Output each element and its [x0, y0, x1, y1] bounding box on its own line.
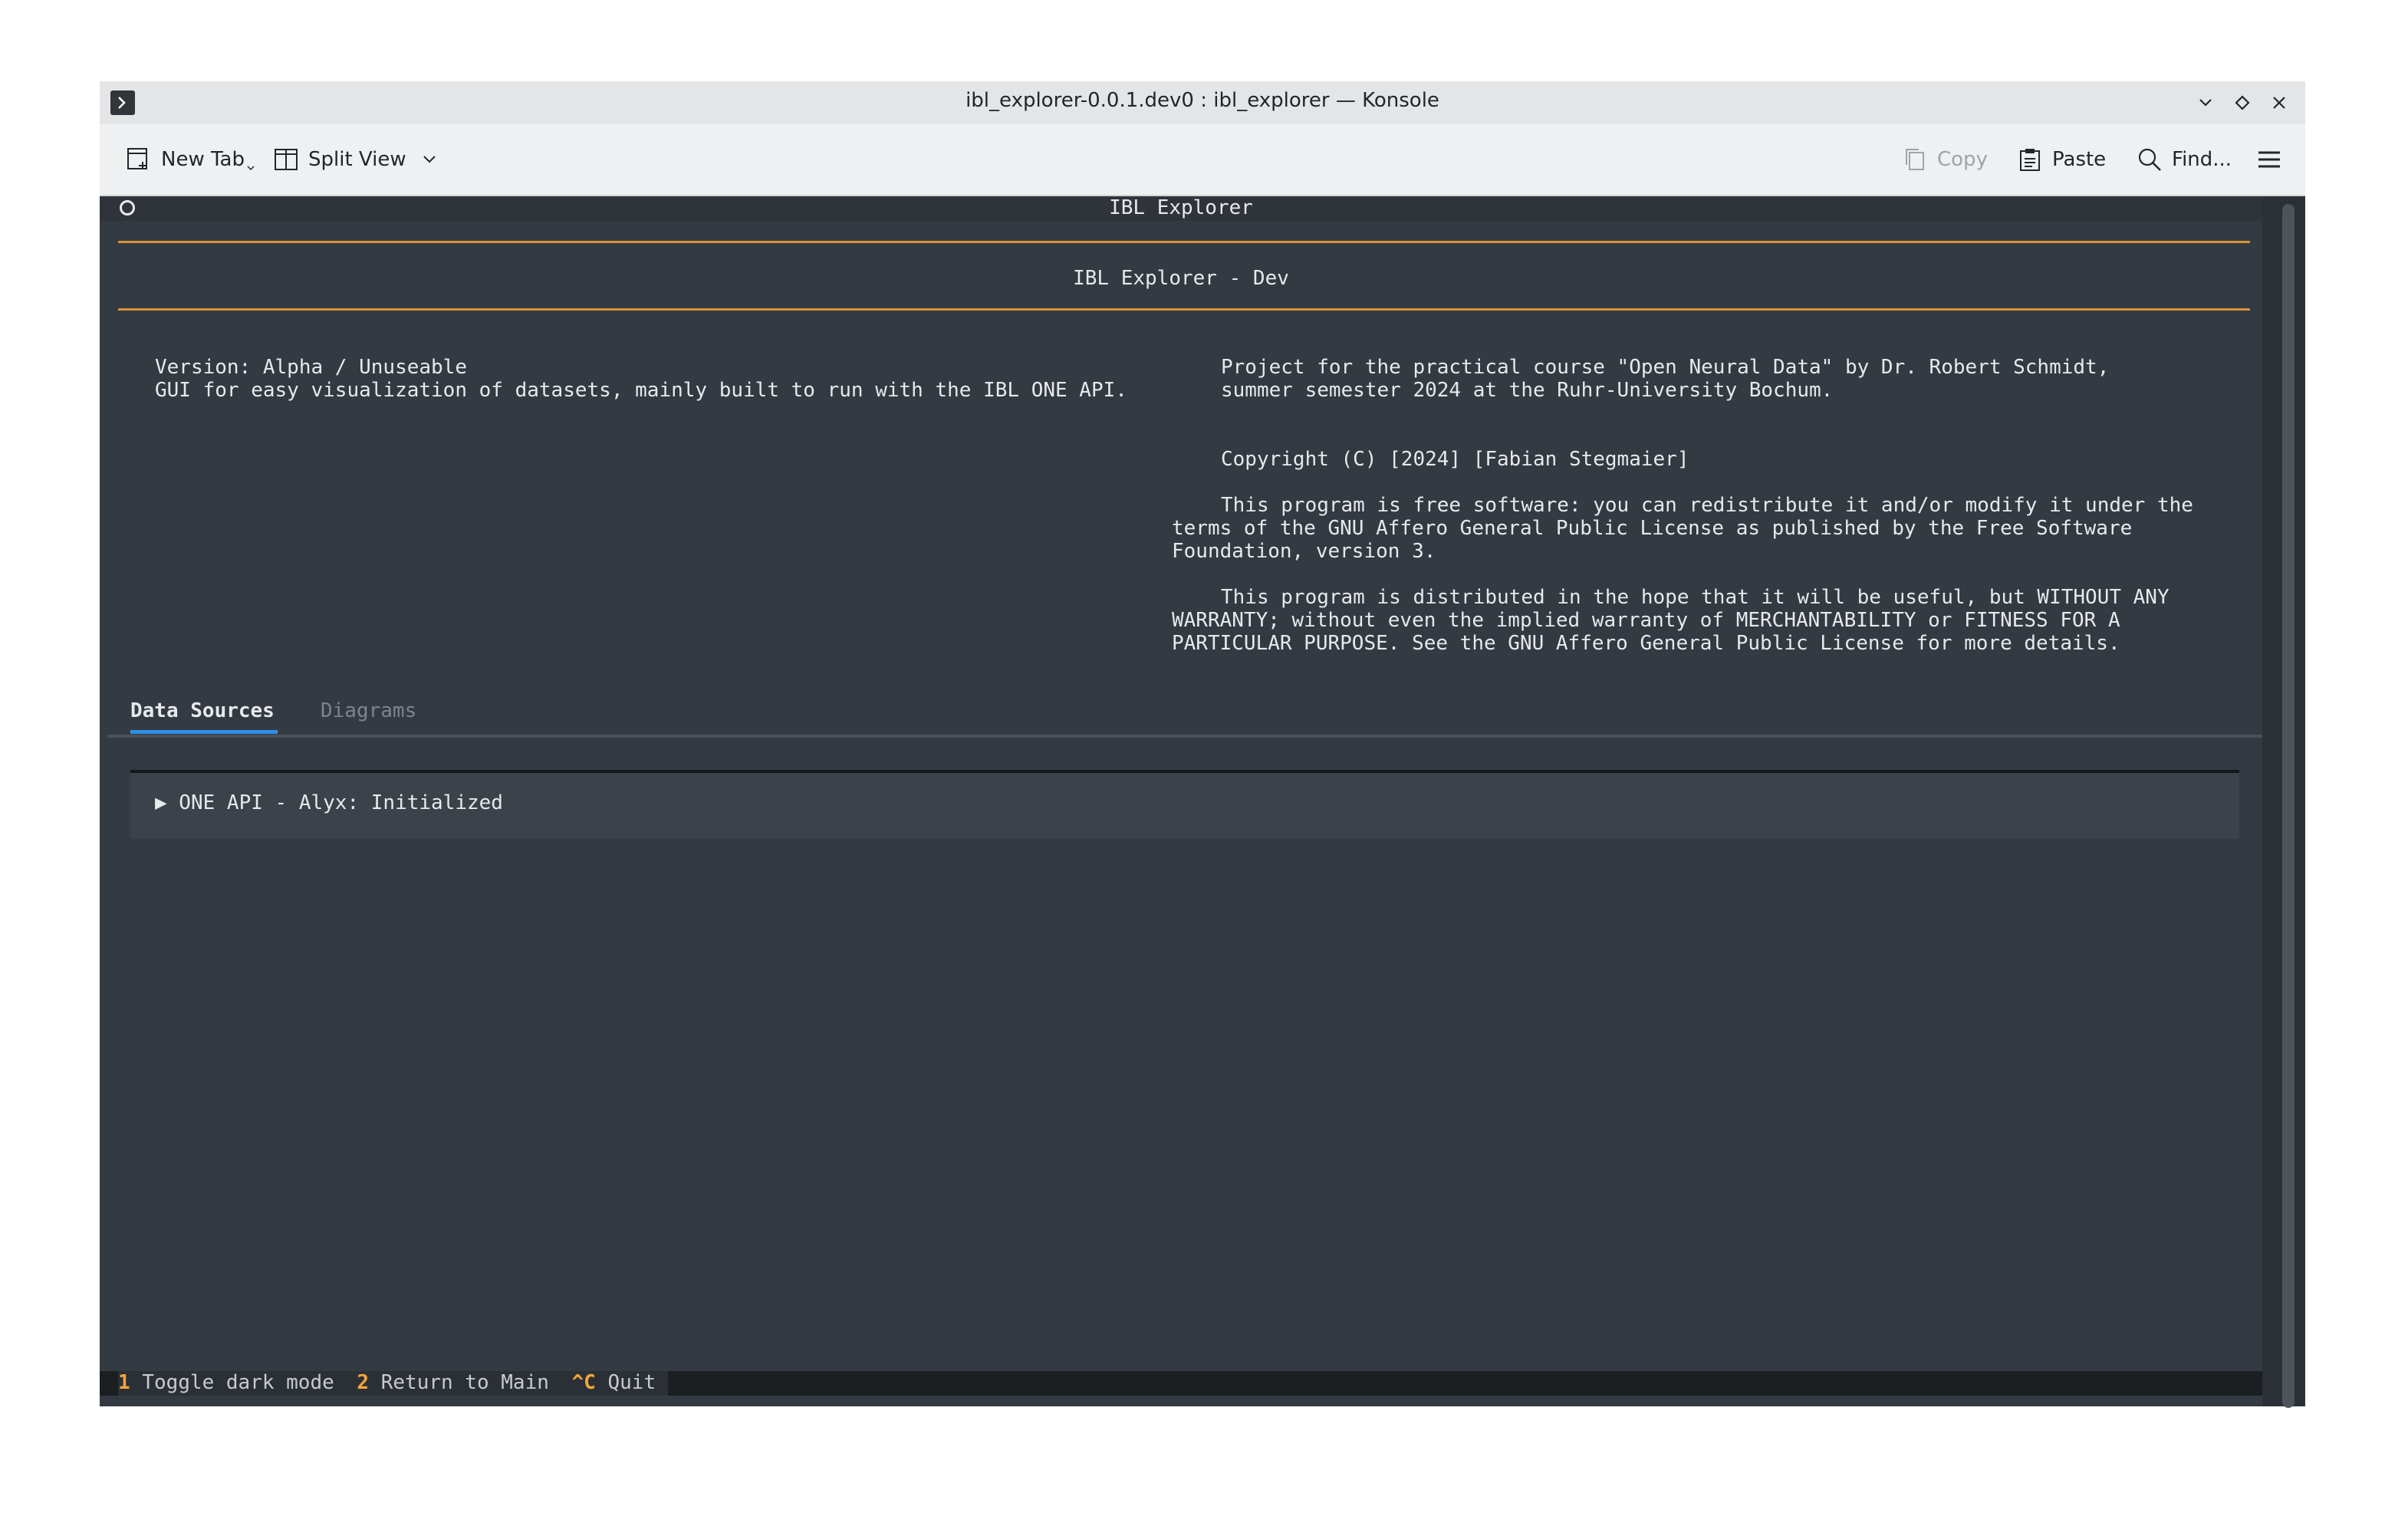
- warranty-text-line2: WARRANTY; without even the implied warra…: [1172, 609, 2120, 632]
- tab-data-sources[interactable]: Data Sources: [130, 699, 275, 722]
- find-button[interactable]: Find...: [2137, 144, 2232, 175]
- app-header: IBL Explorer: [100, 196, 2262, 221]
- title-bar: ibl_explorer-0.0.1.dev0 : ibl_explorer —…: [100, 81, 2305, 124]
- footer-desc-toggle-dark-mode[interactable]: Toggle dark mode: [130, 1371, 347, 1396]
- app-header-title: IBL Explorer: [1109, 196, 1253, 219]
- license-text-line2: terms of the GNU Affero General Public L…: [1172, 517, 2133, 540]
- paste-button[interactable]: Paste: [2017, 144, 2106, 175]
- split-view-button[interactable]: Split View: [273, 144, 448, 175]
- footer: 1 Toggle dark mode 2 Return to Main ^C Q…: [100, 1371, 2262, 1396]
- license-text-line3: Foundation, version 3.: [1172, 540, 1436, 563]
- copyright-text: Copyright (C) [2024] [Fabian Stegmaier]: [1221, 448, 1689, 471]
- find-label: Find...: [2172, 148, 2232, 171]
- project-text-line1: Project for the practical course "Open N…: [1221, 356, 2110, 379]
- description-text: GUI for easy visualization of datasets, …: [155, 379, 1127, 402]
- copy-icon: [1906, 149, 1924, 170]
- split-view-icon: [275, 149, 298, 170]
- tab-bar: Data Sources Diagrams: [107, 699, 2262, 738]
- tab-diagrams[interactable]: Diagrams: [321, 699, 416, 722]
- paste-icon: [2020, 149, 2040, 171]
- terminal-scrollbar[interactable]: [2282, 204, 2295, 1408]
- new-tab-label: New Tab: [161, 148, 245, 171]
- divider: [118, 308, 2250, 311]
- footer-key-1[interactable]: 1: [118, 1371, 130, 1396]
- divider: [118, 241, 2250, 243]
- footer-desc-quit[interactable]: Quit: [596, 1371, 668, 1396]
- one-api-collapsible[interactable]: ▶ ONE API - Alyx: Initialized: [155, 791, 503, 814]
- tui-app: IBL Explorer IBL Explorer - Dev Version:…: [100, 196, 2262, 1406]
- close-icon[interactable]: [2265, 89, 2293, 117]
- footer-desc-return-to-main[interactable]: Return to Main: [369, 1371, 561, 1396]
- terminal-area[interactable]: IBL Explorer IBL Explorer - Dev Version:…: [100, 196, 2305, 1408]
- split-view-label: Split View: [308, 148, 406, 171]
- footer-key-2[interactable]: 2: [357, 1371, 369, 1396]
- konsole-window: ibl_explorer-0.0.1.dev0 : ibl_explorer —…: [100, 81, 2305, 1408]
- tab-divider: [107, 735, 2262, 738]
- license-text-line1: This program is free software: you can r…: [1221, 494, 2193, 517]
- minimize-icon[interactable]: [2192, 89, 2219, 117]
- copy-button[interactable]: Copy: [1902, 144, 1988, 175]
- version-text: Version: Alpha / Unuseable: [155, 356, 467, 379]
- new-tab-icon: [127, 148, 147, 169]
- app-subtitle: IBL Explorer - Dev: [1073, 267, 1289, 290]
- active-tab-indicator: [130, 730, 278, 734]
- footer-key-quit[interactable]: ^C: [572, 1371, 596, 1396]
- window-title: ibl_explorer-0.0.1.dev0 : ibl_explorer —…: [966, 89, 1439, 112]
- toolbar: New Tab Split View Copy Paste Find...: [100, 124, 2305, 196]
- hamburger-menu-icon: [2258, 151, 2280, 168]
- hamburger-menu-button[interactable]: [2256, 144, 2291, 175]
- project-text-line2: summer semester 2024 at the Ruhr-Univers…: [1221, 379, 1834, 402]
- paste-label: Paste: [2052, 148, 2107, 171]
- maximize-icon[interactable]: [2229, 89, 2256, 117]
- warranty-text-line3: PARTICULAR PURPOSE. See the GNU Affero G…: [1172, 632, 2120, 655]
- footer-bindings: 1 Toggle dark mode 2 Return to Main ^C Q…: [118, 1371, 668, 1396]
- chevron-down-icon: [423, 156, 436, 163]
- data-sources-panel: ▶ ONE API - Alyx: Initialized: [130, 773, 2239, 839]
- search-icon: [2138, 148, 2161, 171]
- chevron-down-icon: [247, 166, 255, 171]
- copy-label: Copy: [1937, 148, 1988, 171]
- warranty-text-line1: This program is distributed in the hope …: [1221, 586, 2170, 609]
- new-tab-button[interactable]: New Tab: [126, 144, 255, 175]
